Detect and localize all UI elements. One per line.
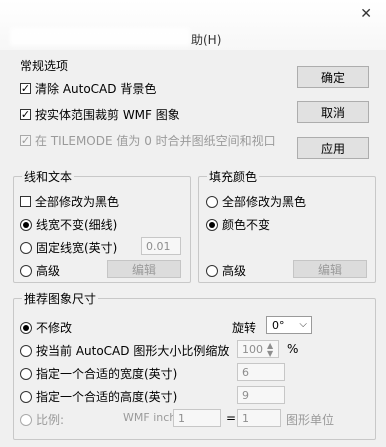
tilemode-label: 在 TILEMODE 值为 0 时合并图纸空间和视口 bbox=[35, 134, 276, 148]
height-input[interactable]: 9 bbox=[237, 386, 285, 404]
fill-advanced-label: 高级 bbox=[222, 264, 247, 278]
scale-current-option[interactable]: 按当前 AutoCAD 图形大小比例缩放 bbox=[20, 342, 229, 359]
fill-all-black-label: 全部修改为黑色 bbox=[222, 195, 307, 209]
dialog: 助(H) ✕ 确定 取消 应用 常规选项 清除 AutoCAD 背景色 按实体范… bbox=[0, 0, 386, 447]
fit-height-label: 指定一个合适的高度(英寸) bbox=[36, 390, 178, 404]
scale-value: 100 bbox=[242, 342, 263, 356]
close-icon[interactable]: ✕ bbox=[360, 6, 372, 22]
remove-bg-label: 清除 AutoCAD 背景色 bbox=[35, 82, 157, 96]
line-text-group-title: 线和文本 bbox=[22, 168, 75, 185]
fill-color-group-title: 填充颜色 bbox=[207, 168, 260, 185]
clip-wmf-option[interactable]: 按实体范围裁剪 WMF 图象 bbox=[20, 106, 180, 123]
cancel-button[interactable]: 取消 bbox=[297, 101, 369, 123]
rotate-label: 旋转 bbox=[232, 321, 257, 335]
line-all-black-label: 全部修改为黑色 bbox=[35, 195, 120, 209]
remove-bg-option[interactable]: 清除 AutoCAD 背景色 bbox=[20, 80, 156, 97]
keep-width-label: 线宽不变(细线) bbox=[36, 218, 118, 232]
fit-width-radio[interactable] bbox=[20, 367, 32, 380]
keep-color-option[interactable]: 颜色不变 bbox=[206, 216, 270, 233]
no-change-label: 不修改 bbox=[36, 321, 73, 335]
size-group-title: 推荐图象尺寸 bbox=[22, 290, 99, 307]
line-advanced-option[interactable]: 高级 bbox=[20, 262, 60, 279]
blurred-menu-area bbox=[10, 28, 190, 46]
units-label: 图形单位 bbox=[286, 413, 335, 427]
keep-width-option[interactable]: 线宽不变(细线) bbox=[20, 216, 117, 233]
no-change-option[interactable]: 不修改 bbox=[20, 319, 72, 336]
fixed-width-label: 固定线宽(英寸) bbox=[36, 241, 118, 255]
line-all-black-option[interactable]: 全部修改为黑色 bbox=[20, 193, 119, 210]
fixed-width-option[interactable]: 固定线宽(英寸) bbox=[20, 239, 117, 256]
keep-color-label: 颜色不变 bbox=[222, 218, 271, 232]
keep-width-radio[interactable] bbox=[20, 218, 32, 231]
apply-button[interactable]: 应用 bbox=[297, 137, 369, 159]
fit-height-option[interactable]: 指定一个合适的高度(英寸) bbox=[20, 388, 177, 405]
scale-input[interactable]: 100 ▲ ▼ bbox=[237, 340, 279, 358]
spinner-icon[interactable]: ▲ ▼ bbox=[267, 342, 277, 358]
line-advanced-label: 高级 bbox=[36, 264, 61, 278]
fit-height-radio[interactable] bbox=[20, 390, 32, 403]
equals-sign: = bbox=[226, 411, 237, 425]
rotate-value: 0° bbox=[272, 318, 285, 332]
ok-button[interactable]: 确定 bbox=[297, 66, 369, 88]
line-all-black-checkbox[interactable] bbox=[20, 196, 31, 207]
clip-wmf-checkbox[interactable] bbox=[20, 109, 31, 120]
wmf-inch-input[interactable]: 1 bbox=[173, 409, 221, 427]
fill-advanced-radio[interactable] bbox=[206, 264, 218, 277]
line-edit-button[interactable]: 编辑 bbox=[107, 260, 181, 278]
wmf-inch-label: WMF inch bbox=[123, 411, 177, 424]
percent-label: % bbox=[287, 342, 299, 356]
clip-wmf-label: 按实体范围裁剪 WMF 图象 bbox=[35, 108, 180, 122]
chevron-down-icon: ⌵ bbox=[299, 319, 307, 330]
ratio-option: 比例: bbox=[20, 411, 64, 428]
menu-help-fragment[interactable]: 助(H) bbox=[191, 31, 221, 48]
keep-color-radio[interactable] bbox=[206, 218, 218, 231]
scale-current-label: 按当前 AutoCAD 图形大小比例缩放 bbox=[36, 344, 230, 358]
fit-width-label: 指定一个合适的宽度(英寸) bbox=[36, 367, 178, 381]
ratio-radio bbox=[20, 413, 32, 426]
ratio-label: 比例: bbox=[36, 413, 65, 427]
fixed-width-radio[interactable] bbox=[20, 241, 32, 254]
fit-width-option[interactable]: 指定一个合适的宽度(英寸) bbox=[20, 365, 177, 382]
scale-current-radio[interactable] bbox=[20, 344, 32, 357]
line-advanced-radio[interactable] bbox=[20, 264, 32, 277]
fixed-width-input[interactable]: 0.01 bbox=[141, 237, 181, 255]
fill-all-black-radio[interactable] bbox=[206, 195, 218, 208]
units-input[interactable]: 1 bbox=[237, 409, 281, 427]
tilemode-checkbox bbox=[20, 135, 31, 146]
general-group-title: 常规选项 bbox=[20, 57, 69, 74]
remove-bg-checkbox[interactable] bbox=[20, 83, 31, 94]
fill-edit-button[interactable]: 编辑 bbox=[293, 260, 367, 278]
width-input[interactable]: 6 bbox=[237, 363, 285, 381]
fill-advanced-option[interactable]: 高级 bbox=[206, 262, 246, 279]
no-change-radio[interactable] bbox=[20, 321, 32, 334]
rotate-select[interactable]: 0° ⌵ bbox=[266, 316, 312, 334]
title-bar: 助(H) ✕ bbox=[0, 0, 386, 50]
fill-all-black-option[interactable]: 全部修改为黑色 bbox=[206, 193, 306, 210]
tilemode-option: 在 TILEMODE 值为 0 时合并图纸空间和视口 bbox=[20, 132, 276, 149]
